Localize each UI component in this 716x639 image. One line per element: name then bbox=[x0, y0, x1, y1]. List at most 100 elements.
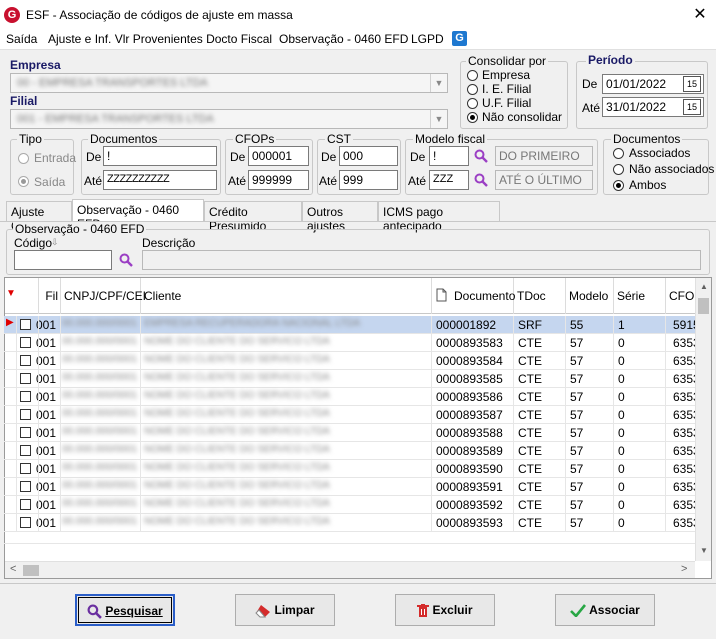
row-checkbox[interactable] bbox=[20, 445, 31, 456]
radio-ie-filial[interactable] bbox=[467, 84, 478, 95]
column-separator bbox=[431, 334, 432, 352]
menu-lgpd[interactable]: LGPD bbox=[411, 32, 444, 46]
col-tdoc[interactable]: TDoc bbox=[514, 278, 566, 314]
pesquisar-button[interactable]: Pesquisar bbox=[75, 594, 175, 626]
table-row[interactable]: 001 00.000.000/0001-00 NOME DO CLIENTE DO … bbox=[4, 424, 696, 442]
cell-cfop: 6353 bbox=[673, 516, 695, 530]
table-row[interactable]: 001 00.000.000/0001-00 NOME DO CLIENTE DO … bbox=[4, 496, 696, 514]
radio-ambos[interactable] bbox=[613, 180, 624, 191]
col-serie[interactable]: Série bbox=[614, 278, 666, 314]
menu-ajuste[interactable]: Ajuste e Inf. Vlr Provenientes Docto Fis… bbox=[48, 32, 272, 46]
col-cnpj[interactable]: CNPJ/CPF/CEI bbox=[61, 278, 146, 314]
column-separator bbox=[38, 370, 39, 388]
row-checkbox[interactable] bbox=[20, 481, 31, 492]
table-row[interactable]: 001 00.000.000/0001-00 NOME DO CLIENTE DO … bbox=[4, 460, 696, 478]
modelo-ate-input[interactable]: ZZZ bbox=[429, 170, 469, 190]
column-separator bbox=[613, 334, 614, 352]
radio-saida[interactable] bbox=[18, 176, 29, 187]
chevron-down-icon[interactable]: ▼ bbox=[430, 110, 447, 128]
tab-ajuste-cst[interactable]: Ajuste CST bbox=[6, 201, 72, 233]
col-modelo[interactable]: Modelo bbox=[566, 278, 614, 314]
row-checkbox[interactable] bbox=[20, 499, 31, 510]
hscroll-thumb[interactable] bbox=[23, 565, 39, 576]
table-row[interactable]: 001 00.000.000/0001-00 NOME DO CLIENTE DO … bbox=[4, 352, 696, 370]
menu-observacao[interactable]: Observação - 0460 EFD bbox=[279, 32, 408, 46]
row-checkbox[interactable] bbox=[20, 409, 31, 420]
excluir-button[interactable]: Excluir bbox=[395, 594, 495, 626]
table-row[interactable]: 001 00.000.000/0001-00 NOME DO CLIENTE DO … bbox=[4, 442, 696, 460]
cell-modelo: 57 bbox=[570, 462, 584, 476]
tab-credito-presumido[interactable]: Crédito Presumido bbox=[204, 201, 302, 233]
codigo-label: Código bbox=[14, 236, 53, 250]
lgpd-icon[interactable]: G bbox=[452, 31, 467, 46]
row-checkbox[interactable] bbox=[20, 337, 31, 348]
scroll-thumb[interactable] bbox=[698, 298, 709, 314]
chevron-down-icon[interactable]: ▼ bbox=[430, 74, 447, 92]
calendar-icon[interactable]: 15 bbox=[683, 76, 701, 92]
cst-de-input[interactable]: 000 bbox=[339, 146, 398, 166]
close-icon[interactable]: ✕ bbox=[690, 4, 710, 24]
row-checkbox[interactable] bbox=[20, 355, 31, 366]
cst-ate-input[interactable]: 999 bbox=[339, 170, 398, 190]
column-separator bbox=[613, 496, 614, 514]
table-row[interactable]: 001 00.000.000/0001-00 NOME DO CLIENTE DO … bbox=[4, 406, 696, 424]
filial-select[interactable]: 001 - EMPRESA TRANSPORTES LTDA ▼ bbox=[10, 109, 448, 129]
table-row[interactable]: 001 00.000.000/0001-00 NOME DO CLIENTE DO … bbox=[4, 388, 696, 406]
column-separator bbox=[513, 424, 514, 442]
radio-nao-consolidar[interactable] bbox=[467, 112, 478, 123]
column-separator bbox=[140, 406, 141, 424]
cfops-ate-input[interactable]: 999999 bbox=[248, 170, 309, 190]
radio-empresa[interactable] bbox=[467, 70, 478, 81]
column-separator bbox=[431, 496, 432, 514]
horizontal-scrollbar[interactable]: < > bbox=[5, 561, 695, 578]
col-cliente[interactable]: Cliente bbox=[141, 278, 432, 314]
row-checkbox[interactable] bbox=[20, 373, 31, 384]
column-separator bbox=[16, 424, 17, 442]
scroll-left-icon[interactable]: < bbox=[10, 563, 16, 575]
col-documento[interactable]: Documento bbox=[432, 278, 515, 314]
cell-fil: 001 bbox=[36, 426, 57, 440]
col-fil[interactable]: Fil bbox=[39, 278, 61, 314]
column-separator bbox=[140, 334, 141, 352]
radio-entrada[interactable] bbox=[18, 153, 29, 164]
calendar-icon[interactable]: 15 bbox=[683, 99, 701, 115]
table-row[interactable]: 001 00.000.000/0001-00 NOME DO CLIENTE DO … bbox=[4, 334, 696, 352]
menu-bar: Saída Ajuste e Inf. Vlr Provenientes Doc… bbox=[0, 30, 716, 50]
associar-button[interactable]: Associar bbox=[555, 594, 655, 626]
modelo-de-input[interactable]: ! bbox=[429, 146, 469, 166]
row-checkbox[interactable] bbox=[20, 517, 31, 528]
cell-tdoc: CTE bbox=[518, 516, 542, 530]
scroll-up-icon[interactable]: ▲ bbox=[700, 282, 708, 291]
table-row[interactable]: ▶ 001 00.000.000/0001-00 EMPRESA RECUPERADO… bbox=[4, 316, 696, 334]
tab-observacao[interactable]: Observação - 0460 EFD bbox=[72, 199, 204, 231]
documentos-ate-input[interactable]: ZZZZZZZZZZ bbox=[103, 170, 217, 190]
row-checkbox[interactable] bbox=[20, 463, 31, 474]
search-icon[interactable] bbox=[119, 253, 133, 267]
menu-saida[interactable]: Saída bbox=[6, 32, 37, 46]
tab-icms-pago[interactable]: ICMS pago antecipado bbox=[378, 201, 500, 233]
documentos-de-input[interactable]: ! bbox=[103, 146, 217, 166]
column-separator bbox=[565, 514, 566, 532]
table-row[interactable]: 001 00.000.000/0001-00 NOME DO CLIENTE DO … bbox=[4, 478, 696, 496]
search-icon[interactable] bbox=[474, 149, 488, 163]
search-icon[interactable] bbox=[474, 173, 488, 187]
limpar-button[interactable]: Limpar bbox=[235, 594, 335, 626]
tab-outros-ajustes[interactable]: Outros ajustes bbox=[302, 201, 378, 233]
radio-nao-associados[interactable] bbox=[613, 164, 624, 175]
row-checkbox[interactable] bbox=[20, 391, 31, 402]
column-separator bbox=[16, 316, 17, 334]
vertical-scrollbar[interactable]: ▲ ▼ bbox=[695, 278, 711, 561]
radio-associados[interactable] bbox=[613, 148, 624, 159]
radio-uf-filial[interactable] bbox=[467, 98, 478, 109]
cell-tdoc: CTE bbox=[518, 336, 542, 350]
col-cfop[interactable]: CFOP bbox=[666, 278, 695, 314]
cfops-de-input[interactable]: 000001 bbox=[248, 146, 309, 166]
codigo-input[interactable] bbox=[14, 250, 112, 270]
row-checkbox[interactable] bbox=[20, 319, 31, 330]
table-row[interactable]: 001 00.000.000/0001-00 NOME DO CLIENTE DO … bbox=[4, 514, 696, 532]
scroll-down-icon[interactable]: ▼ bbox=[700, 546, 708, 555]
row-checkbox[interactable] bbox=[20, 427, 31, 438]
empresa-select[interactable]: 00 - EMPRESA TRANSPORTES LTDA ▼ bbox=[10, 73, 448, 93]
table-row[interactable]: 001 00.000.000/0001-00 NOME DO CLIENTE DO … bbox=[4, 370, 696, 388]
scroll-right-icon[interactable]: > bbox=[681, 563, 687, 575]
